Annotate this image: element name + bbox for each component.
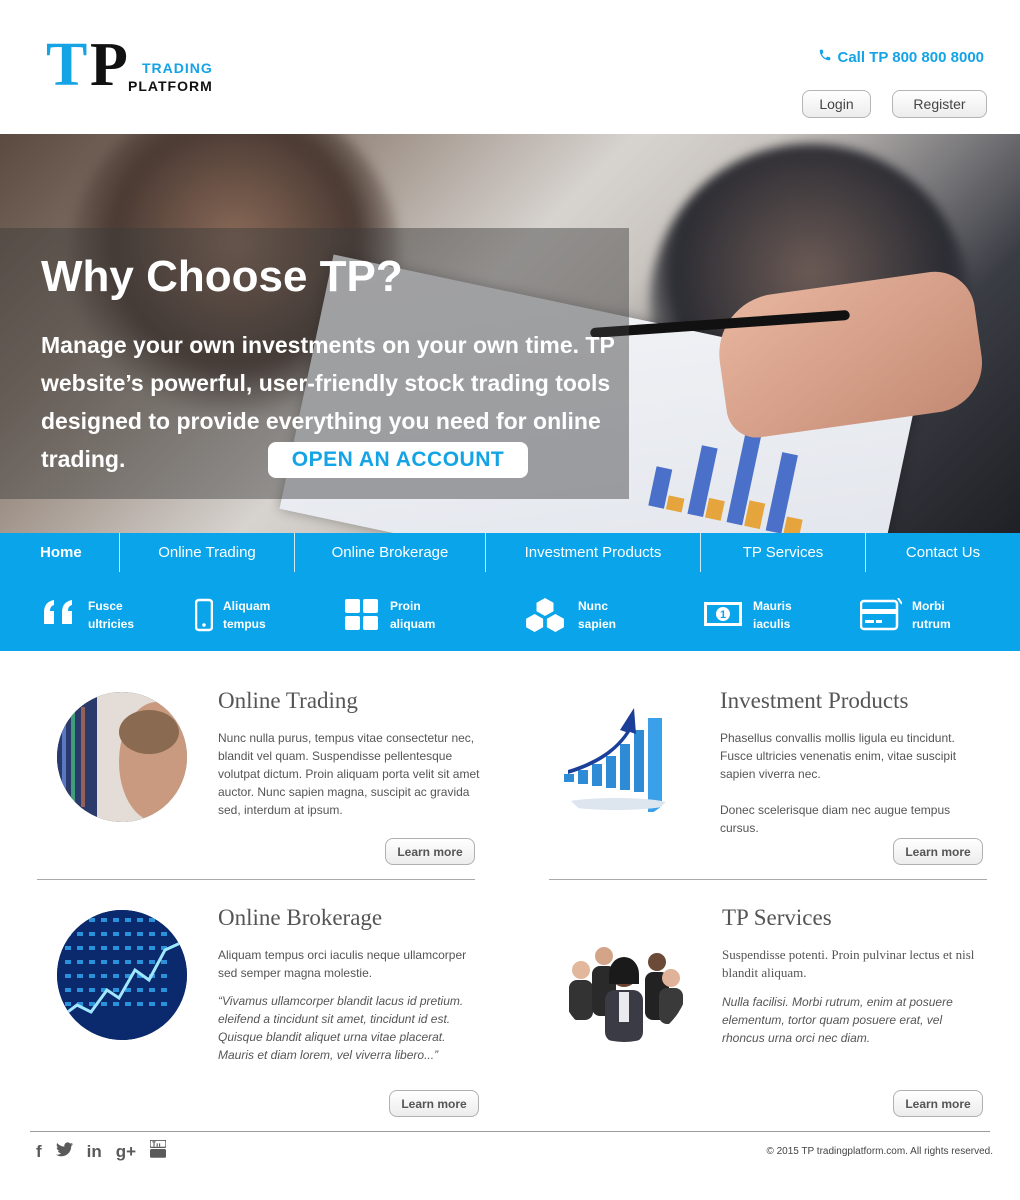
logo-trading: TRADING bbox=[142, 60, 213, 76]
feature-label-1: Mauris bbox=[753, 599, 792, 613]
svg-text:1: 1 bbox=[720, 609, 726, 621]
google-plus-icon[interactable]: g+ bbox=[116, 1142, 136, 1162]
twitter-icon[interactable] bbox=[55, 1141, 73, 1162]
feature-item[interactable]: Morbi rutrum bbox=[859, 597, 982, 637]
logo-platform: PLATFORM bbox=[128, 78, 213, 94]
investment-products-image bbox=[554, 692, 684, 822]
hero-title: Why Choose TP? bbox=[41, 252, 403, 301]
card-title: Online Trading bbox=[218, 688, 358, 713]
feature-label-2: sapien bbox=[578, 617, 617, 631]
feature-item[interactable]: 1 Mauris iaculis bbox=[703, 598, 823, 637]
copyright: © 2015 TP tradingplatform.com. All right… bbox=[766, 1146, 993, 1157]
divider bbox=[549, 879, 987, 880]
card-text: Suspendisse potenti. Proin pulvinar lect… bbox=[722, 947, 975, 980]
chart-bar bbox=[783, 516, 803, 533]
card-quote: Nulla facilisi. Morbi rutrum, enim at po… bbox=[722, 995, 953, 1045]
footer-divider bbox=[30, 1131, 990, 1132]
login-button[interactable]: Login bbox=[802, 90, 871, 118]
chart-bar bbox=[744, 500, 766, 530]
learn-more-button[interactable]: Learn more bbox=[389, 1090, 479, 1117]
chart-bar bbox=[665, 495, 685, 513]
card-title: TP Services bbox=[722, 905, 832, 930]
feature-label-2: rutrum bbox=[912, 617, 951, 631]
nav-item-online-brokerage[interactable]: Online Brokerage bbox=[295, 533, 486, 572]
learn-more-button[interactable]: Learn more bbox=[385, 838, 475, 865]
nav-item-home[interactable]: Home bbox=[0, 533, 120, 572]
main-nav: Home Online Trading Online Brokerage Inv… bbox=[0, 533, 1020, 572]
call-text: Call TP 800 800 8000 bbox=[837, 48, 985, 66]
register-button[interactable]: Register bbox=[892, 90, 987, 118]
feature-label-2: aliquam bbox=[390, 617, 436, 631]
feature-label-1: Proin bbox=[390, 599, 421, 613]
linkedin-icon[interactable]: in bbox=[87, 1142, 102, 1162]
credit-card-icon bbox=[859, 597, 903, 637]
feature-label-1: Fusce bbox=[88, 599, 123, 613]
card-text: Donec scelerisque diam nec augue tempus … bbox=[720, 803, 951, 835]
card-text: Aliquam tempus orci iaculis neque ullamc… bbox=[218, 948, 467, 980]
phone-icon bbox=[818, 48, 832, 66]
feature-item[interactable]: Proin aliquam bbox=[344, 598, 460, 637]
logo[interactable]: T P TRADING PLATFORM bbox=[46, 34, 226, 96]
feature-label-2: iaculis bbox=[753, 617, 791, 631]
card-text: Phasellus convallis mollis ligula eu tin… bbox=[720, 731, 957, 781]
facebook-icon[interactable]: f bbox=[36, 1142, 42, 1162]
online-brokerage-image bbox=[57, 910, 187, 1040]
call-info[interactable]: Call TP 800 800 8000 bbox=[818, 48, 985, 66]
card-text: Nunc nulla purus, tempus vitae consectet… bbox=[218, 731, 480, 817]
mobile-icon bbox=[194, 598, 214, 637]
youtube-icon[interactable] bbox=[149, 1139, 167, 1163]
divider bbox=[37, 879, 475, 880]
nav-item-investment-products[interactable]: Investment Products bbox=[486, 533, 701, 572]
boxes-icon bbox=[522, 598, 568, 637]
nav-item-online-trading[interactable]: Online Trading bbox=[120, 533, 295, 572]
site-header: T P TRADING PLATFORM Call TP 800 800 800… bbox=[0, 0, 1020, 134]
banknote-icon: 1 bbox=[703, 598, 743, 637]
chart-bar bbox=[705, 497, 725, 521]
card-title: Online Brokerage bbox=[218, 905, 383, 930]
feature-strip: Fusce ultricies Aliquam tempus Proin aliqua… bbox=[0, 572, 1020, 651]
card-quote: “Vivamus ullamcorper blandit lacus id pr… bbox=[218, 994, 464, 1062]
tp-services-image bbox=[559, 912, 689, 1042]
quote-icon bbox=[42, 598, 78, 637]
hero-banner: Why Choose TP? Manage your own investmen… bbox=[0, 134, 1020, 533]
feature-label-1: Morbi bbox=[912, 599, 945, 613]
nav-item-contact-us[interactable]: Contact Us bbox=[866, 533, 1020, 572]
social-links: f in g+ bbox=[36, 1139, 167, 1163]
feature-label-2: tempus bbox=[223, 617, 266, 631]
feature-label-1: Nunc bbox=[578, 599, 608, 613]
logo-letter-t: T bbox=[46, 31, 88, 99]
feature-item[interactable]: Aliquam tempus bbox=[194, 598, 293, 637]
grid-icon bbox=[344, 598, 380, 637]
feature-item[interactable]: Fusce ultricies bbox=[42, 598, 158, 637]
nav-item-tp-services[interactable]: TP Services bbox=[701, 533, 866, 572]
logo-letter-p: P bbox=[90, 31, 128, 99]
online-trading-image bbox=[57, 692, 187, 822]
learn-more-button[interactable]: Learn more bbox=[893, 838, 983, 865]
learn-more-button[interactable]: Learn more bbox=[893, 1090, 983, 1117]
open-account-button[interactable]: OPEN AN ACCOUNT bbox=[268, 442, 528, 478]
feature-label-2: ultricies bbox=[88, 617, 135, 631]
feature-item[interactable]: Nunc sapien bbox=[522, 598, 648, 637]
feature-label-1: Aliquam bbox=[223, 599, 271, 613]
hero-overlay: Why Choose TP? Manage your own investmen… bbox=[0, 228, 629, 499]
card-title: Investment Products bbox=[720, 688, 909, 713]
